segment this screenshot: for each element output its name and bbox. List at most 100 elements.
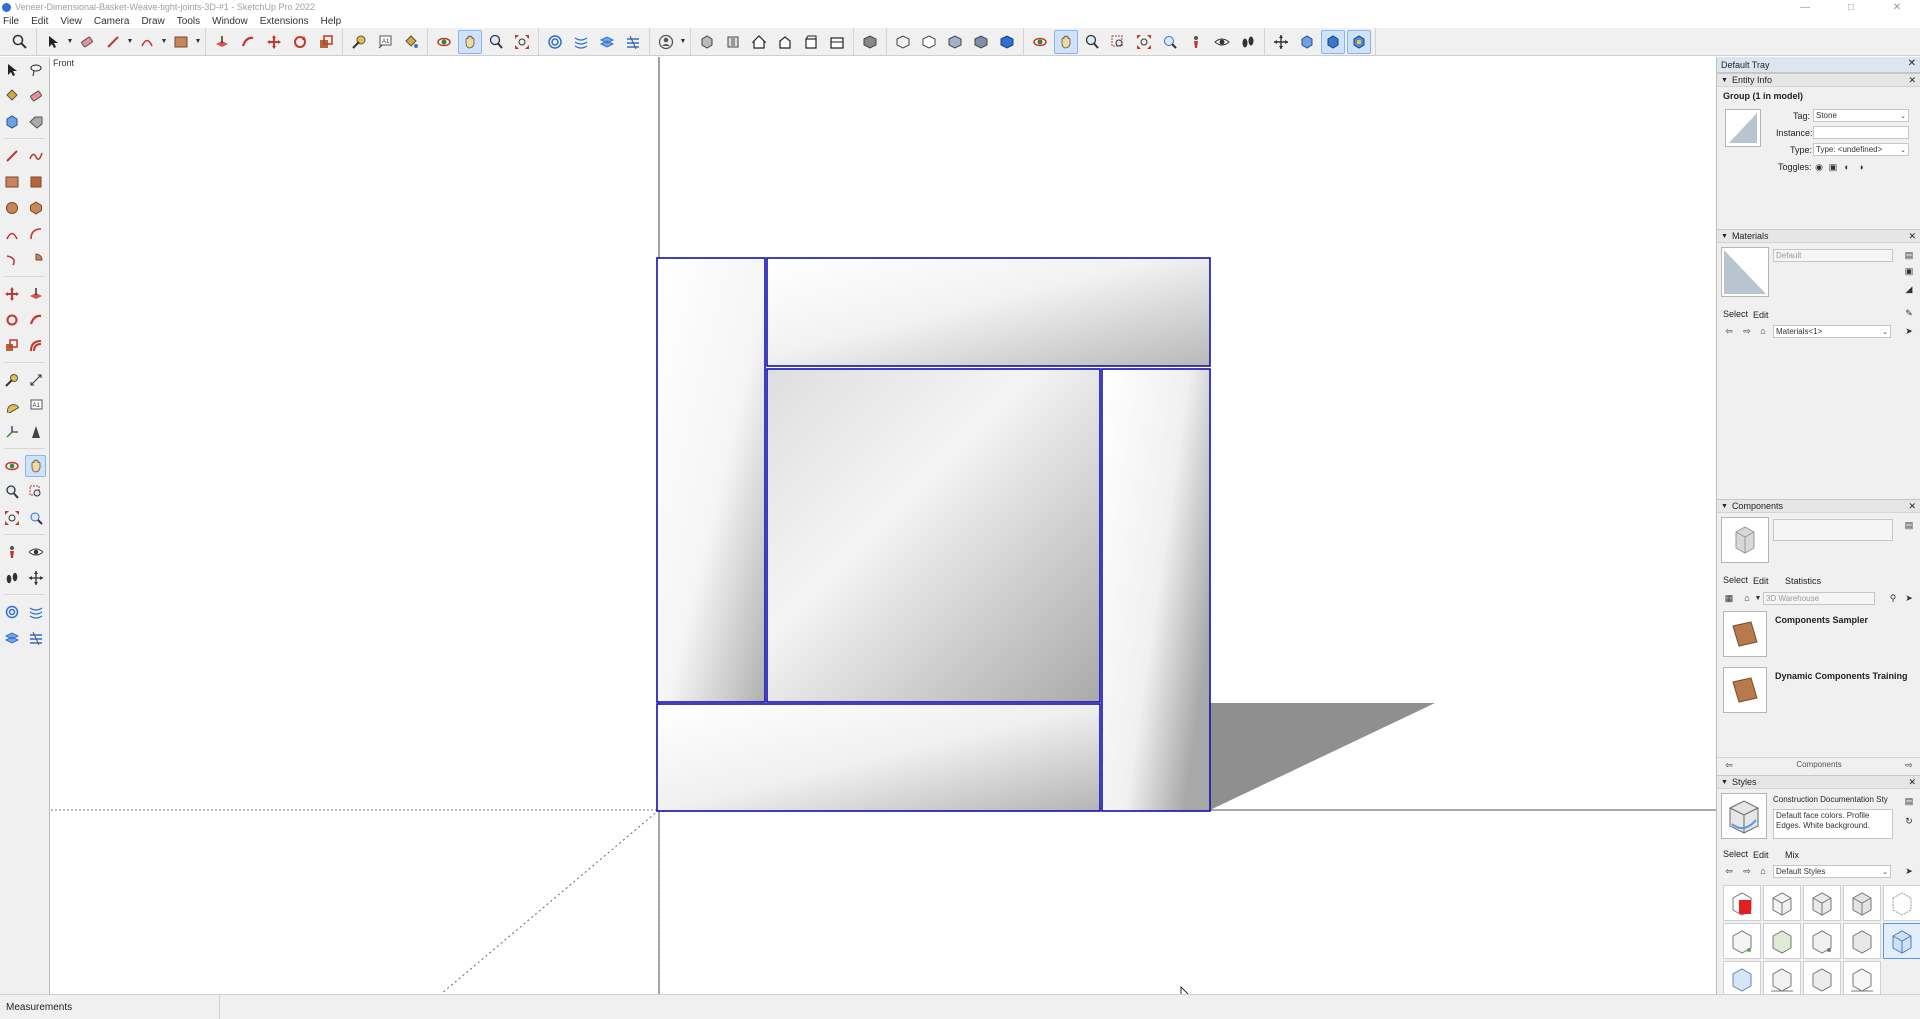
materials-header[interactable]: ▼ Materials ✕ [1717, 229, 1920, 243]
wireframe-style-icon[interactable] [891, 30, 915, 54]
details-arrow-icon[interactable]: ➤ [1903, 592, 1915, 604]
model-viewport[interactable]: Front [51, 57, 1716, 994]
component-item[interactable]: Dynamic Components Training [1723, 667, 1913, 719]
polygon-icon[interactable] [26, 197, 47, 219]
create-material-icon[interactable]: ▤ [1903, 249, 1915, 261]
tag-select[interactable]: Stone ⌄ [1813, 109, 1909, 122]
follow-me-icon[interactable] [26, 309, 47, 331]
style-thumbnail[interactable] [1723, 885, 1761, 921]
move-icon[interactable] [2, 283, 23, 305]
style-thumbnail[interactable] [1803, 923, 1841, 959]
style-thumbnail[interactable] [1723, 961, 1761, 997]
style-description[interactable]: Default face colors. Profile Edges. Whit… [1773, 809, 1893, 839]
chevron-down-icon[interactable]: ▼ [66, 38, 74, 45]
components-statistics-tab[interactable]: Statistics [1785, 576, 1821, 586]
previous-view-icon[interactable] [1158, 30, 1182, 54]
view-right-icon[interactable] [773, 30, 797, 54]
display-section-planes-icon[interactable] [1295, 30, 1319, 54]
zoom-icon[interactable] [2, 481, 23, 503]
paint-bucket-icon[interactable] [399, 30, 423, 54]
maximize-icon[interactable]: □ [1828, 0, 1874, 14]
sandbox-from-scratch-icon[interactable] [569, 30, 593, 54]
select-arrow-icon[interactable] [41, 30, 65, 54]
sandbox-from-contours-icon[interactable] [543, 30, 567, 54]
type-select[interactable]: Type: <undefined> ⌄ [1813, 143, 1909, 156]
position-camera-icon[interactable] [1184, 30, 1208, 54]
menu-view[interactable]: View [59, 16, 83, 27]
styles-select-tab[interactable]: Select [1723, 849, 1748, 859]
close-icon[interactable]: ✕ [1874, 0, 1920, 14]
look-around-icon[interactable] [26, 541, 47, 563]
zoom-window-icon[interactable] [1106, 30, 1130, 54]
shaded-style-icon[interactable] [943, 30, 967, 54]
circle-icon[interactable] [2, 197, 23, 219]
view-iso-icon[interactable] [695, 30, 719, 54]
style-thumbnail[interactable] [1723, 923, 1761, 959]
position-camera-icon[interactable] [2, 541, 23, 563]
section-plane-icon[interactable] [26, 567, 47, 589]
hidden-line-style-icon[interactable] [917, 30, 941, 54]
sandbox-from-scratch-icon[interactable] [26, 601, 47, 623]
tile-center[interactable] [766, 368, 1101, 703]
menu-file[interactable]: File [2, 16, 20, 27]
tile-bottom[interactable] [656, 703, 1101, 812]
receive-shadows-icon[interactable]: ◐ [1841, 161, 1853, 173]
view-back-icon[interactable] [799, 30, 823, 54]
view-options-icon[interactable]: ▦ [1723, 592, 1735, 604]
pie-icon[interactable] [26, 249, 47, 271]
zoom-window-icon[interactable] [26, 481, 47, 503]
rotate-icon[interactable] [2, 309, 23, 331]
make-component-icon[interactable] [2, 111, 23, 133]
menu-camera[interactable]: Camera [93, 16, 131, 27]
pan-hand-icon[interactable] [25, 455, 46, 477]
components-header[interactable]: ▼ Components ✕ [1717, 499, 1920, 513]
zoom-extents-icon[interactable] [1132, 30, 1156, 54]
style-thumbnail[interactable] [1803, 961, 1841, 997]
style-thumbnail[interactable] [1803, 885, 1841, 921]
display-secondary-icon[interactable]: ▤ [1903, 519, 1915, 531]
styles-library-select[interactable]: Default Styles ⌄ [1773, 865, 1891, 878]
sandbox-from-contours-icon[interactable] [2, 601, 23, 623]
offset-icon[interactable] [26, 335, 47, 357]
pan-hand-icon[interactable] [458, 29, 482, 54]
close-icon[interactable]: ✕ [1908, 501, 1916, 512]
style-thumbnail[interactable] [1763, 885, 1801, 921]
eyedropper-icon[interactable]: ✎ [1903, 307, 1915, 319]
orbit-icon[interactable] [2, 455, 22, 477]
components-select-tab[interactable]: Select [1723, 575, 1748, 585]
pencil-line-icon[interactable] [101, 30, 125, 54]
push-pull-icon[interactable] [210, 30, 234, 54]
tape-measure-icon[interactable] [2, 369, 23, 391]
text-icon[interactable]: A1 [26, 395, 47, 417]
sandbox-stamp-icon[interactable] [26, 627, 47, 649]
previous-view-icon[interactable] [26, 507, 47, 529]
select-arrow-icon[interactable] [2, 59, 23, 81]
xray-style-icon[interactable] [858, 30, 882, 54]
view-left-icon[interactable] [825, 30, 849, 54]
material-name-field[interactable]: Default [1773, 249, 1893, 262]
freehand-icon[interactable] [26, 145, 47, 167]
3d-text-icon[interactable] [26, 421, 47, 443]
forward-arrow-icon[interactable]: ⇨ [1741, 325, 1753, 337]
search-icon[interactable]: ⚲ [1887, 592, 1899, 604]
scale-icon[interactable] [314, 30, 338, 54]
user-account-icon[interactable] [654, 30, 678, 54]
lasso-select-icon[interactable] [26, 59, 47, 81]
menu-window[interactable]: Window [211, 16, 249, 27]
orbit-icon[interactable] [1028, 30, 1052, 54]
arc-icon[interactable] [135, 30, 159, 54]
instance-input[interactable] [1813, 126, 1909, 139]
protractor-icon[interactable] [2, 395, 23, 417]
style-thumbnail-selected[interactable] [1883, 923, 1920, 959]
component-item[interactable]: Components Sampler [1723, 611, 1913, 663]
lock-icon[interactable]: ▣ [1827, 161, 1839, 173]
style-thumbnail[interactable] [1843, 885, 1881, 921]
details-arrow-icon[interactable]: ➤ [1903, 325, 1915, 337]
eye-icon[interactable]: ◉ [1813, 161, 1825, 173]
styles-header[interactable]: ▼ Styles ✕ [1717, 775, 1920, 789]
close-icon[interactable]: ✕ [1908, 58, 1916, 69]
shaded-textures-style-icon[interactable] [969, 30, 993, 54]
chevron-down-icon[interactable]: ▼ [160, 38, 168, 45]
back-arrow-icon[interactable]: ⇦ [1723, 865, 1735, 877]
paint-bucket-icon[interactable] [2, 85, 23, 107]
